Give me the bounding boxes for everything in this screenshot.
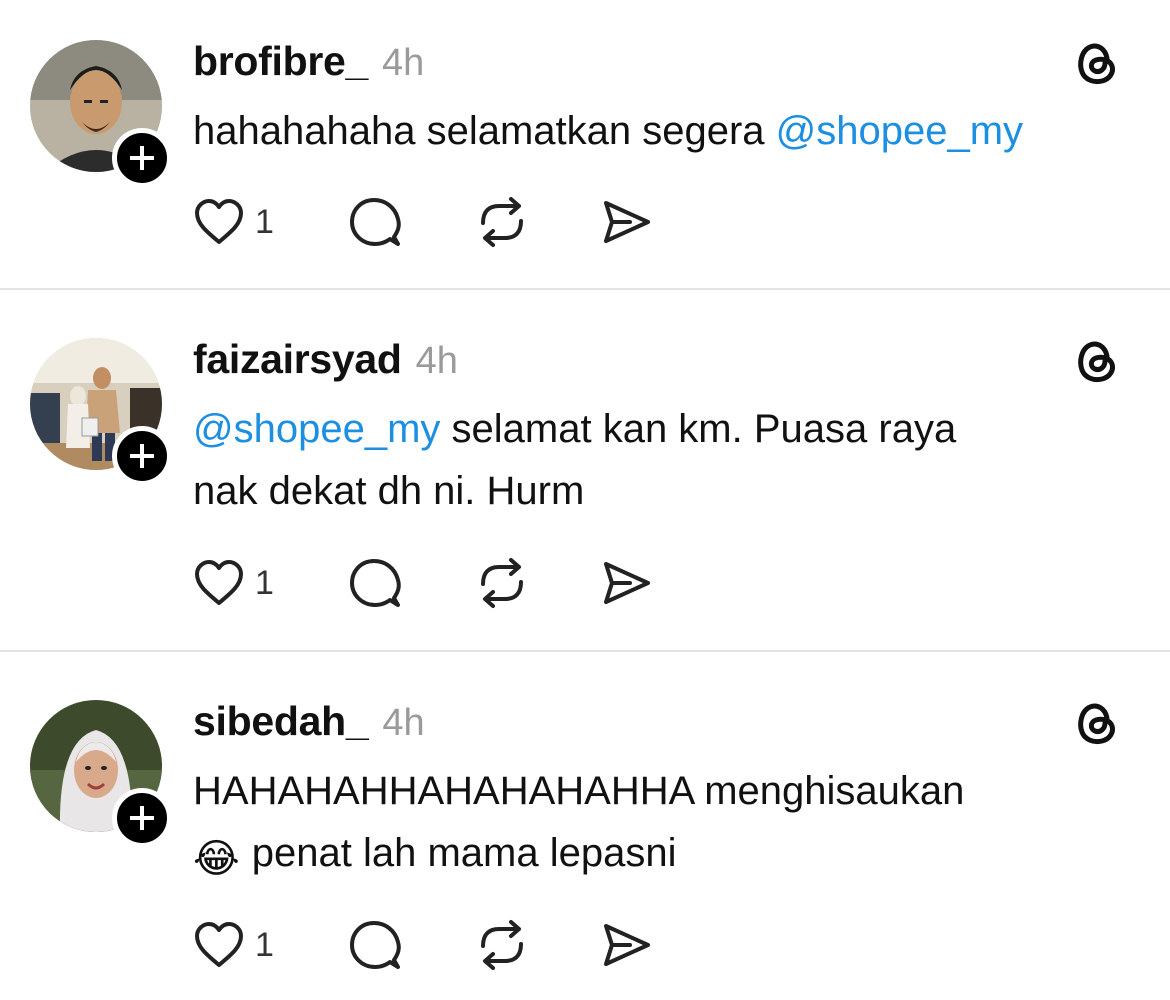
- plus-icon: [130, 806, 154, 830]
- share-icon: [604, 201, 650, 243]
- post-brofibre: brofibre_ 4h hahahahaha selamatkan seger…: [0, 0, 1170, 290]
- repost-button[interactable]: [475, 194, 529, 250]
- post-sibedah: sibedah_ 4h HAHAHAHHAHAHAHAHHA menghisau…: [0, 652, 1170, 1000]
- post-text: hahahahaha selamatkan segera: [193, 109, 776, 153]
- post-text: penat lah mama lepasni: [251, 831, 677, 875]
- threads-logo-icon[interactable]: [1072, 698, 1122, 748]
- like-button[interactable]: 1: [193, 555, 274, 611]
- share-icon: [604, 924, 650, 966]
- heart-icon: [195, 922, 243, 967]
- follow-button[interactable]: [112, 788, 172, 848]
- laughing-emoji-icon: 😂: [193, 837, 240, 881]
- repost-icon: [481, 558, 523, 608]
- share-button[interactable]: [600, 194, 654, 250]
- avatar-wrap: [30, 700, 172, 848]
- avatar-wrap: [30, 40, 172, 188]
- timestamp: 4h: [415, 340, 458, 382]
- like-count: 1: [255, 202, 274, 241]
- post-body: HAHAHAHHAHAHAHAHHA menghisaukan 😂 penat l…: [193, 760, 1153, 890]
- heart-icon: [195, 199, 243, 244]
- comment-icon: [350, 198, 401, 246]
- post-header: sibedah_ 4h: [193, 698, 425, 748]
- post-text-line: nak dekat dh ni. Hurm: [193, 469, 585, 513]
- comment-button[interactable]: [348, 194, 402, 250]
- post-text-line: 😂 penat lah mama lepasni: [193, 822, 1153, 890]
- username[interactable]: brofibre_: [193, 38, 368, 85]
- plus-icon: [130, 146, 154, 170]
- timestamp: 4h: [382, 42, 425, 84]
- repost-button[interactable]: [475, 917, 529, 973]
- threads-logo-icon[interactable]: [1072, 38, 1122, 88]
- repost-icon: [481, 920, 523, 970]
- threads-logo-icon[interactable]: [1072, 336, 1122, 386]
- threads-replies-feed: brofibre_ 4h hahahahaha selamatkan seger…: [0, 0, 1170, 1000]
- username[interactable]: faizairsyad: [193, 336, 402, 383]
- plus-icon: [130, 444, 154, 468]
- timestamp: 4h: [382, 702, 425, 744]
- share-button[interactable]: [600, 917, 654, 973]
- avatar-wrap: [30, 338, 172, 486]
- post-faizairsyad: faizairsyad 4h @shopee_my selamat kan km…: [0, 290, 1170, 652]
- like-count: 1: [255, 925, 274, 964]
- post-header: brofibre_ 4h: [193, 38, 424, 88]
- post-text-line: @shopee_my selamat kan km. Puasa raya: [193, 398, 1153, 460]
- repost-button[interactable]: [475, 555, 529, 611]
- post-header: faizairsyad 4h: [193, 336, 458, 386]
- comment-button[interactable]: [348, 555, 402, 611]
- comment-button[interactable]: [348, 917, 402, 973]
- like-button[interactable]: 1: [193, 917, 274, 973]
- share-button[interactable]: [600, 555, 654, 611]
- comment-icon: [350, 559, 401, 607]
- heart-icon: [195, 560, 243, 605]
- like-button[interactable]: 1: [193, 194, 274, 250]
- post-text: selamat kan km. Puasa raya: [440, 407, 957, 451]
- share-icon: [604, 562, 650, 604]
- repost-icon: [481, 197, 523, 247]
- mention-link[interactable]: @shopee_my: [776, 109, 1023, 153]
- post-text-line: HAHAHAHHAHAHAHAHHA menghisaukan: [193, 769, 965, 813]
- username[interactable]: sibedah_: [193, 698, 369, 745]
- post-body: @shopee_my selamat kan km. Puasa raya na…: [193, 398, 1153, 522]
- like-count: 1: [255, 563, 274, 602]
- follow-button[interactable]: [112, 128, 172, 188]
- follow-button[interactable]: [112, 426, 172, 486]
- post-body: hahahahaha selamatkan segera @shopee_my: [193, 100, 1153, 162]
- comment-icon: [350, 921, 401, 969]
- mention-link[interactable]: @shopee_my: [193, 407, 440, 451]
